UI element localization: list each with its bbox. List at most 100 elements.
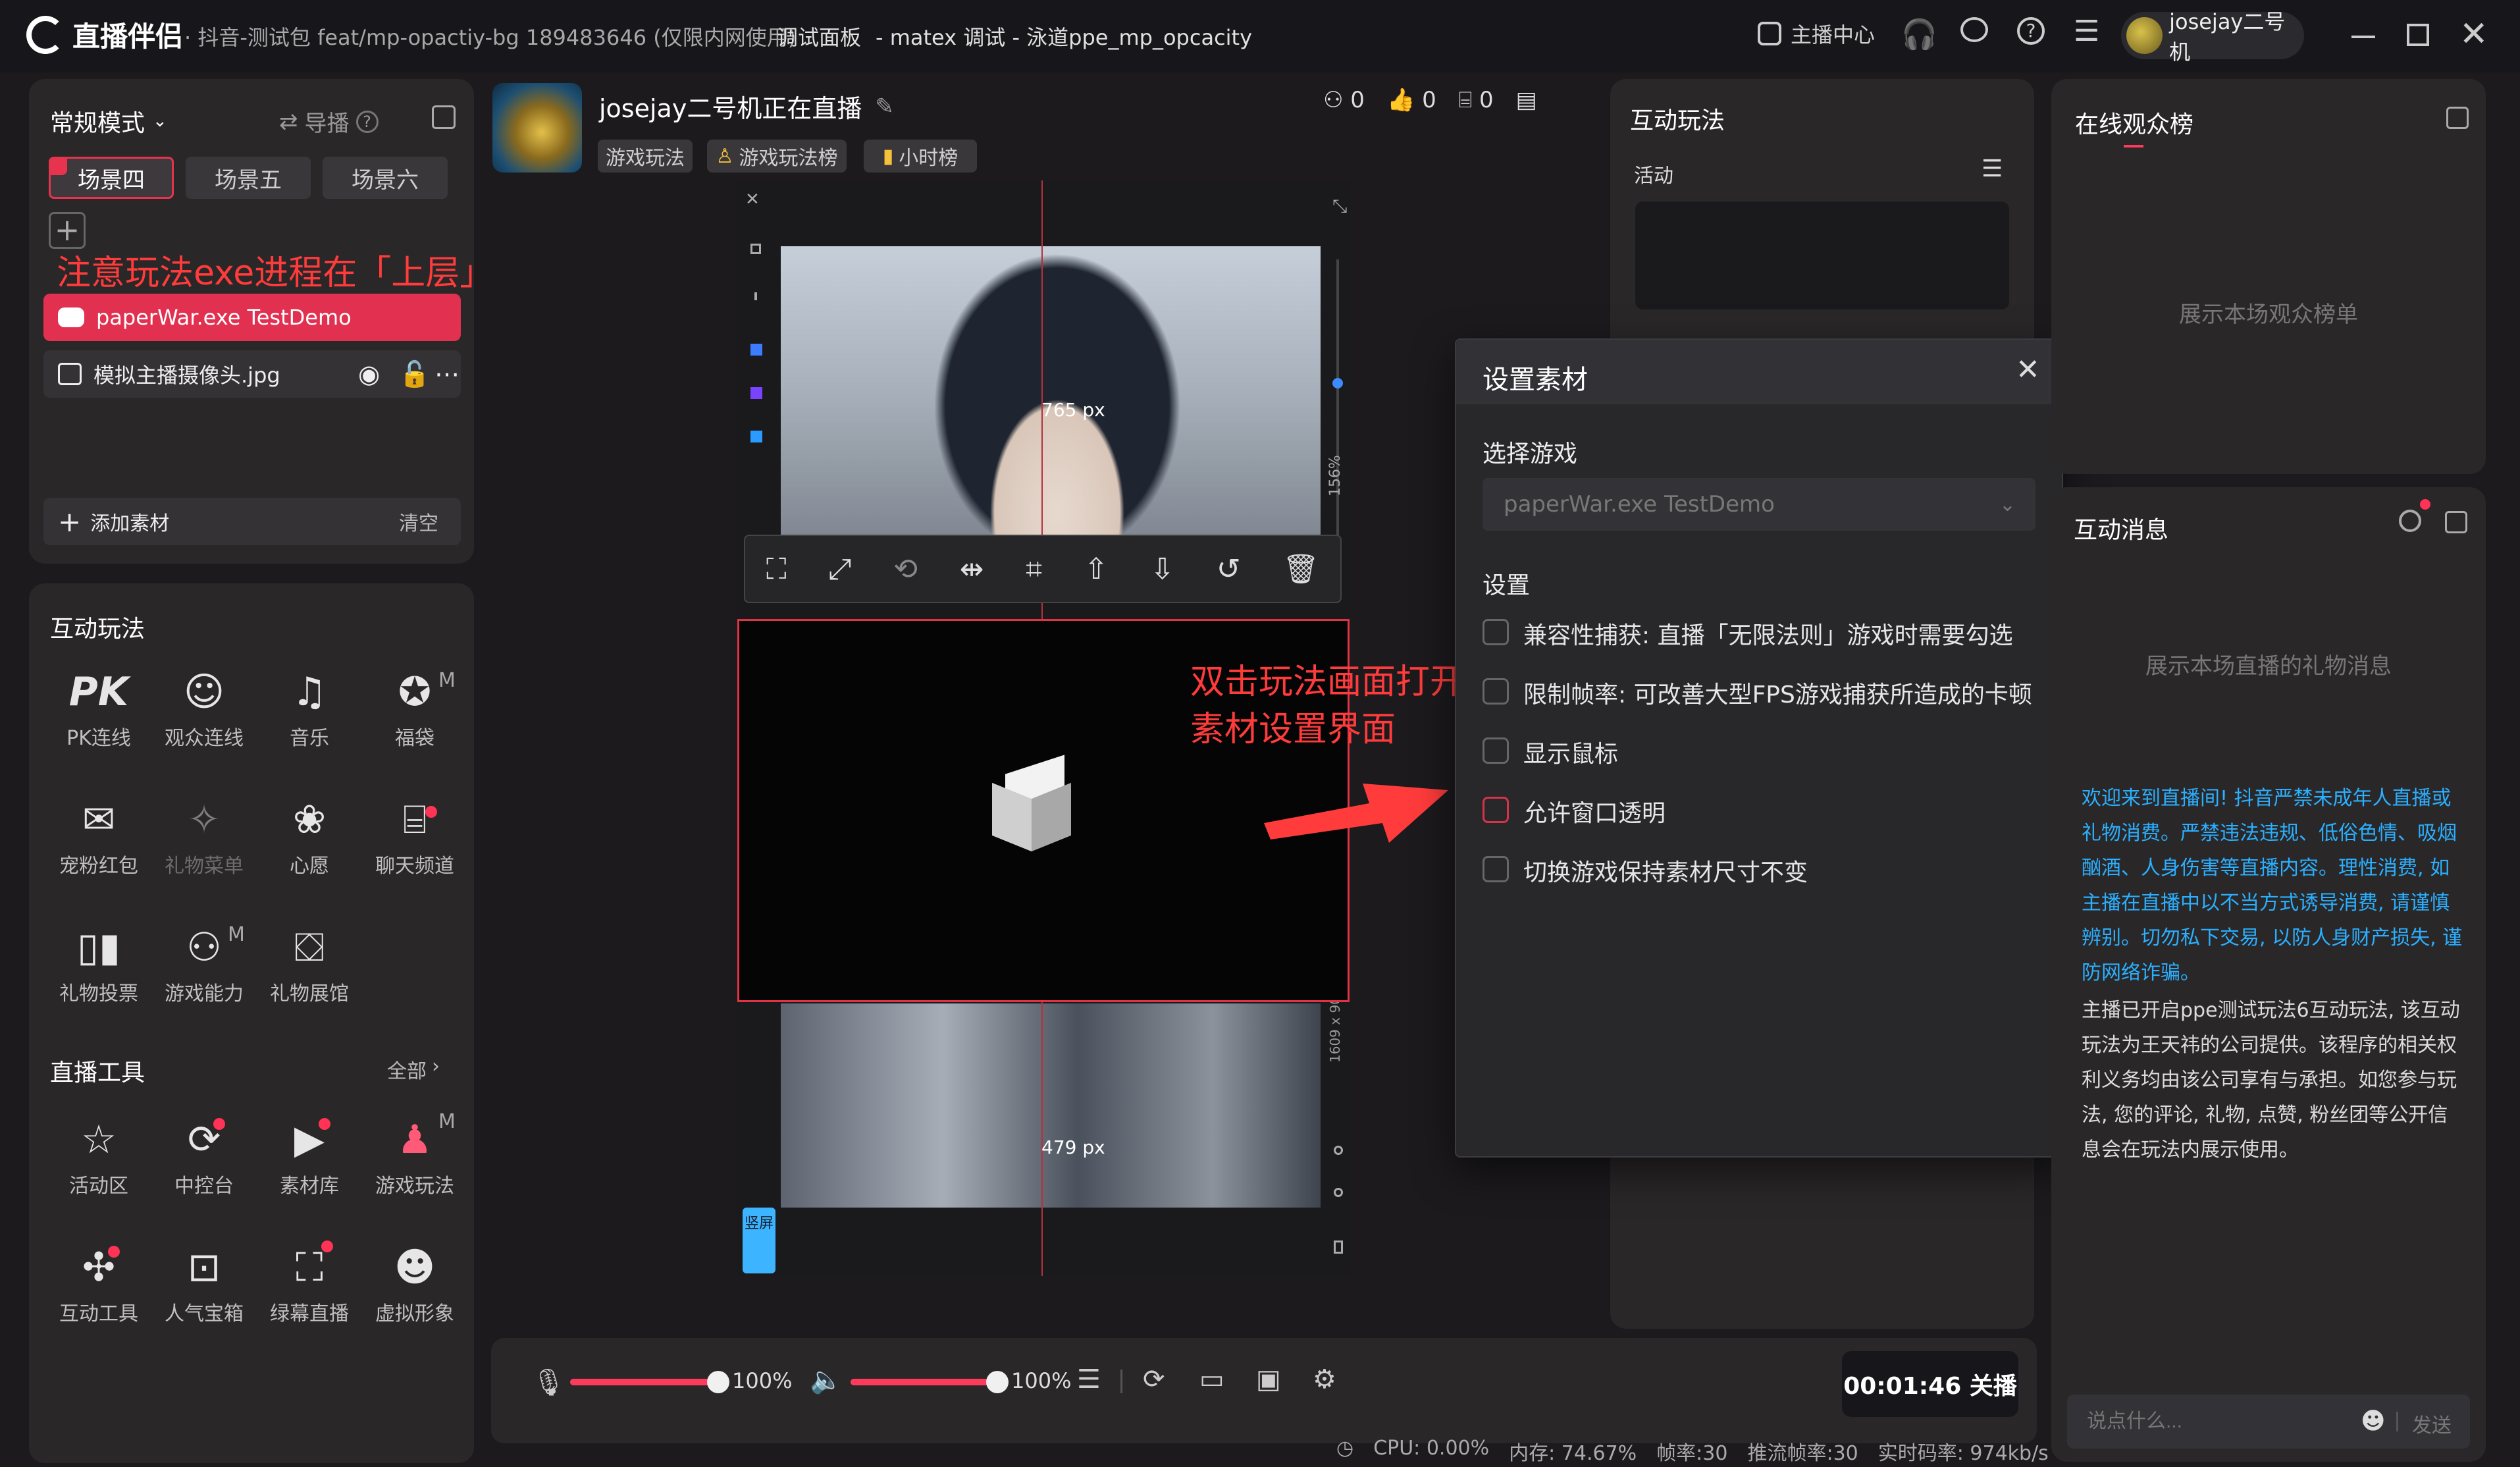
gift-menu-item[interactable]: ✧ 礼物菜单 — [151, 790, 257, 878]
avatar-item[interactable]: ☻ 虚拟形象 — [362, 1238, 467, 1326]
minimize-icon[interactable] — [2351, 36, 2375, 38]
rotate-icon[interactable]: ⟲ — [893, 552, 918, 586]
keep-size-checkbox[interactable] — [1483, 856, 1509, 882]
material-lib-item[interactable]: ▶ 素材库 — [257, 1110, 362, 1198]
reset-icon[interactable]: ↺ — [1217, 552, 1241, 586]
chat-channel-item[interactable]: ⌸ 聊天频道 — [362, 790, 467, 878]
report-icon[interactable]: ▤ — [1516, 87, 1537, 113]
close-canvas-icon[interactable]: ✕ — [745, 190, 760, 209]
activity-slot[interactable] — [1635, 201, 2009, 309]
app-icon-1[interactable] — [750, 344, 762, 356]
tools-all-link[interactable]: 全部 › — [387, 1055, 440, 1084]
popout-icon[interactable] — [2445, 511, 2467, 533]
expand-icon[interactable]: ⤡ — [1332, 195, 1347, 217]
tag-game-rank[interactable]: ♙ 游戏玩法榜 — [707, 140, 847, 173]
zoom-handle[interactable] — [1332, 378, 1343, 388]
mic-volume-handle[interactable] — [707, 1371, 729, 1393]
guide-button[interactable]: ⇄ 导播 ? — [279, 105, 379, 138]
fit-icon[interactable]: ⛶ — [766, 552, 787, 586]
maximize-icon[interactable] — [2407, 24, 2429, 46]
control-center-item[interactable]: ⟳ 中控台 — [151, 1110, 257, 1198]
speaker-volume-slider[interactable] — [851, 1379, 995, 1385]
compat-capture-checkbox[interactable] — [1483, 619, 1509, 645]
send-button[interactable]: 发送 — [2412, 1409, 2452, 1438]
mixer-icon[interactable]: ☰ — [1077, 1364, 1101, 1395]
line-icon[interactable] — [754, 292, 757, 300]
more-icon[interactable]: ⋯ — [434, 360, 459, 388]
add-source-button[interactable]: 添加素材 — [90, 507, 169, 536]
gift-vote-item[interactable]: ▯▮ 礼物投票 — [46, 918, 151, 1006]
tool-icon-b[interactable] — [1334, 1188, 1343, 1197]
effects-icon[interactable]: ⟳ — [1143, 1364, 1165, 1395]
add-scene-button[interactable]: + — [49, 212, 86, 249]
debug-panel-link[interactable]: 调试面板 — [777, 21, 861, 51]
settings-icon[interactable] — [2399, 510, 2421, 532]
fullscreen-icon[interactable]: ⤢ — [828, 552, 851, 586]
tool-icon-a[interactable] — [1334, 1146, 1343, 1155]
interact-tools-item[interactable]: ✣ 互动工具 — [46, 1238, 151, 1326]
tag-game-play[interactable]: 游戏玩法 — [598, 140, 693, 173]
end-stream-button[interactable]: 00:01:46 关播 — [1842, 1351, 2018, 1417]
eye-icon[interactable]: ◉ — [358, 360, 380, 388]
greenscreen-item[interactable]: ⛶ 绿幕直播 — [257, 1238, 362, 1326]
stream-cover[interactable] — [492, 83, 582, 173]
flip-icon[interactable]: ⇹ — [960, 552, 984, 586]
headset-icon[interactable]: 🎧 — [1901, 17, 1937, 51]
phone-icon[interactable] — [1334, 1240, 1343, 1254]
camera-icon[interactable]: ▣ — [1256, 1364, 1281, 1395]
screen-icon[interactable]: ▭ — [1199, 1364, 1224, 1395]
zoom-level: 156% — [1327, 455, 1344, 496]
delete-icon[interactable]: 🗑 — [1282, 552, 1319, 586]
scene-tab-6[interactable]: 场景六 — [323, 157, 448, 199]
show-cursor-checkbox[interactable] — [1483, 737, 1509, 764]
app-icon-3[interactable] — [750, 431, 762, 442]
speaker-icon[interactable]: 🔈 — [810, 1364, 843, 1395]
matex-debug-link[interactable]: - matex 调试 - 泳道ppe_mp_opcacity — [876, 21, 1252, 51]
help-icon[interactable]: ? — [2017, 17, 2045, 45]
edit-icon[interactable]: ✎ — [875, 93, 894, 120]
mode-dropdown[interactable]: 常规模式 ⌄ — [50, 104, 167, 138]
scene-tab-5[interactable]: 场景五 — [186, 157, 311, 199]
chat-icon[interactable] — [1960, 17, 1988, 42]
treasure-box-item[interactable]: ⊡ 人气宝箱 — [151, 1238, 257, 1326]
popout-icon[interactable] — [432, 105, 456, 129]
pk-link-item[interactable]: PK PK连线 — [46, 662, 151, 751]
limit-fps-checkbox[interactable] — [1483, 678, 1509, 705]
fan-redpacket-item[interactable]: ✉ 宠粉红包 — [46, 790, 151, 878]
camera-image-bottom[interactable] — [781, 1003, 1321, 1208]
menu-icon[interactable]: ☰ — [2074, 17, 2099, 46]
mic-volume-slider[interactable] — [570, 1379, 715, 1385]
microphone-icon[interactable]: 🎙 — [532, 1367, 565, 1398]
anchor-center-button[interactable]: 主播中心 — [1758, 18, 1875, 49]
user-chip[interactable]: josejay二号机 — [2121, 9, 2304, 65]
crop-icon[interactable]: ⌗ — [1026, 552, 1042, 586]
emoji-icon[interactable]: ☻ — [2361, 1408, 2386, 1435]
move-down-icon[interactable]: ⇩ — [1150, 552, 1174, 586]
gift-gallery-item[interactable]: ⛋ 礼物展馆 — [257, 918, 362, 1006]
wish-item[interactable]: ❀ 心愿 — [257, 790, 362, 878]
portrait-mode-button[interactable]: 竖屏 — [743, 1208, 775, 1273]
dialog-close-icon[interactable]: ✕ — [2016, 353, 2040, 387]
scene-tab-4[interactable]: 场景四 — [49, 157, 174, 199]
square-icon[interactable] — [750, 244, 761, 254]
activity-area-item[interactable]: ☆ 活动区 — [46, 1110, 151, 1198]
settings-icon[interactable]: ⚙ — [1313, 1364, 1336, 1395]
music-item[interactable]: ♫ 音乐 — [257, 662, 362, 751]
source-item-camera[interactable]: 模拟主播摄像头.jpg ◉ 🔓 ⋯ — [43, 350, 461, 398]
plus-icon[interactable]: + — [58, 506, 81, 538]
popout-icon[interactable] — [2446, 107, 2469, 129]
source-item-paperwar[interactable]: paperWar.exe TestDemo — [43, 294, 461, 341]
list-icon[interactable]: ☰ — [1982, 155, 2003, 182]
app-icon-2[interactable] — [750, 387, 762, 399]
comment-input[interactable] — [2067, 1395, 2344, 1449]
allow-transparency-checkbox[interactable] — [1483, 797, 1509, 823]
m-badge: M — [438, 669, 456, 692]
tag-hour-rank[interactable]: ▮ 小时榜 — [864, 140, 977, 173]
move-up-icon[interactable]: ⇧ — [1084, 552, 1109, 586]
close-icon[interactable]: ✕ — [2459, 14, 2488, 54]
clear-button[interactable]: 清空 — [399, 507, 438, 536]
unlock-icon[interactable]: 🔓 — [399, 360, 430, 389]
audience-link-item[interactable]: ☺ 观众连线 — [151, 662, 257, 751]
speaker-volume-handle[interactable] — [986, 1371, 1009, 1393]
game-select[interactable]: paperWar.exe TestDemo ⌄ — [1483, 478, 2035, 531]
